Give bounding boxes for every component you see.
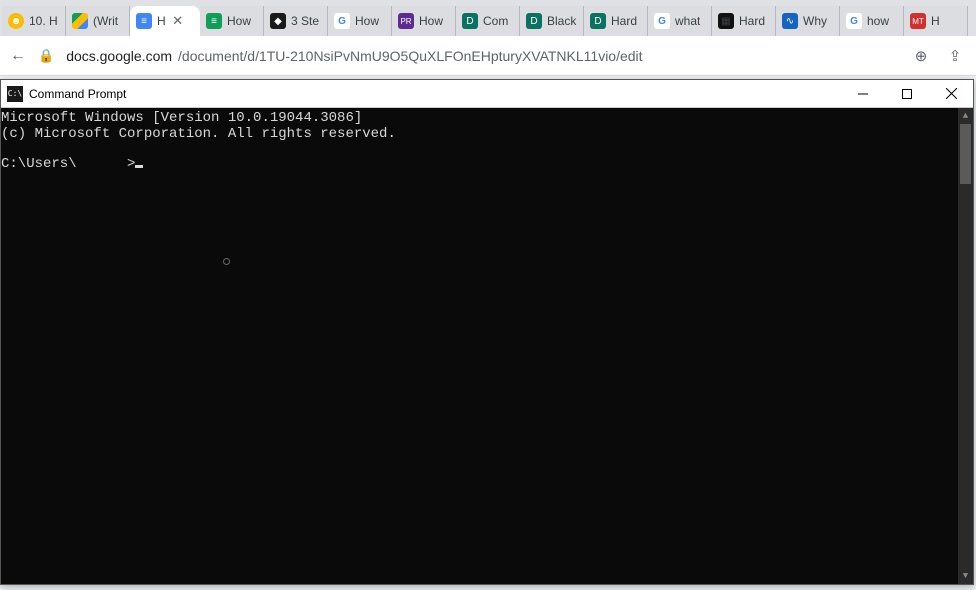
tab-favicon-icon: PR bbox=[398, 13, 414, 29]
tab-title: how bbox=[867, 14, 889, 28]
tab-title: Black bbox=[547, 14, 576, 28]
tab-close-icon[interactable]: ✕ bbox=[171, 14, 185, 28]
tab-favicon-icon bbox=[72, 13, 88, 29]
tab-title: what bbox=[675, 14, 700, 28]
browser-tab[interactable]: ▦ Hard bbox=[712, 6, 776, 36]
tab-title: H bbox=[157, 14, 166, 28]
tab-title: How bbox=[419, 14, 443, 28]
zoom-icon[interactable]: ⊕ bbox=[910, 47, 932, 65]
tab-favicon-icon: ◆ bbox=[270, 13, 286, 29]
address-bar: ← 🔒 docs.google.com/document/d/1TU-210Ns… bbox=[0, 36, 976, 76]
browser-tab[interactable]: ∿ Why bbox=[776, 6, 840, 36]
command-prompt-window: C:\ Command Prompt Microsoft Windows [Ve… bbox=[0, 79, 974, 585]
scroll-up-icon[interactable]: ▲ bbox=[958, 108, 973, 124]
tab-favicon-icon: D bbox=[590, 13, 606, 29]
tab-favicon-icon: ☻ bbox=[8, 13, 24, 29]
browser-tab[interactable]: ≡ H ✕ bbox=[130, 6, 200, 36]
tab-favicon-icon: G bbox=[654, 13, 670, 29]
decoration-ring-icon bbox=[223, 258, 230, 265]
tab-favicon-icon: G bbox=[334, 13, 350, 29]
cursor-icon bbox=[135, 165, 143, 168]
tab-favicon-icon: MT bbox=[910, 13, 926, 29]
cmd-output-line: Microsoft Windows [Version 10.0.19044.30… bbox=[1, 110, 973, 126]
tab-title: Hard bbox=[739, 14, 765, 28]
url-domain: docs.google.com bbox=[66, 48, 172, 64]
tab-title: How bbox=[227, 14, 251, 28]
tab-title: 3 Ste bbox=[291, 14, 319, 28]
tab-title: Com bbox=[483, 14, 508, 28]
browser-tab[interactable]: PR How bbox=[392, 6, 456, 36]
scroll-thumb[interactable] bbox=[960, 124, 971, 184]
cmd-output-line: (c) Microsoft Corporation. All rights re… bbox=[1, 126, 973, 142]
tab-favicon-icon: ∿ bbox=[782, 13, 798, 29]
scrollbar[interactable]: ▲ ▼ bbox=[958, 108, 973, 584]
browser-tab-strip: ☻ 10. H (Writ ≡ H ✕ ≡ How ◆ 3 Ste G How PR How D Com D Bl… bbox=[0, 0, 976, 36]
lock-icon[interactable]: 🔒 bbox=[38, 48, 54, 64]
scroll-down-icon[interactable]: ▼ bbox=[958, 568, 973, 584]
browser-tab[interactable]: D Black bbox=[520, 6, 584, 36]
tab-favicon-icon: ≡ bbox=[136, 13, 152, 29]
cmd-prompt: C:\Users\ > bbox=[1, 156, 973, 172]
tab-title: Hard bbox=[611, 14, 637, 28]
browser-tab[interactable]: (Writ bbox=[66, 6, 130, 36]
browser-tab[interactable]: G How bbox=[328, 6, 392, 36]
minimize-button[interactable] bbox=[841, 80, 885, 107]
cmd-window-title: Command Prompt bbox=[29, 87, 841, 101]
share-icon[interactable]: ⇪ bbox=[944, 47, 966, 65]
nav-back-icon[interactable]: ← bbox=[10, 47, 26, 65]
browser-tab[interactable]: D Com bbox=[456, 6, 520, 36]
tab-title: 10. H bbox=[29, 14, 58, 28]
tab-title: H bbox=[931, 14, 940, 28]
tab-favicon-icon: G bbox=[846, 13, 862, 29]
browser-tab[interactable]: Ghow bbox=[840, 6, 904, 36]
cmd-titlebar[interactable]: C:\ Command Prompt bbox=[1, 80, 973, 108]
browser-tab[interactable]: Gwhat bbox=[648, 6, 712, 36]
tab-favicon-icon: ▦ bbox=[718, 13, 734, 29]
browser-tab[interactable]: ☻ 10. H bbox=[2, 6, 66, 36]
window-controls bbox=[841, 80, 973, 107]
tab-favicon-icon: D bbox=[462, 13, 478, 29]
tab-favicon-icon: D bbox=[526, 13, 542, 29]
browser-tab[interactable]: ◆ 3 Ste bbox=[264, 6, 328, 36]
browser-tab[interactable]: MT H bbox=[904, 6, 968, 36]
close-button[interactable] bbox=[929, 80, 973, 107]
tab-favicon-icon: ≡ bbox=[206, 13, 222, 29]
tab-title: Why bbox=[803, 14, 827, 28]
tab-title: (Writ bbox=[93, 14, 118, 28]
maximize-button[interactable] bbox=[885, 80, 929, 107]
tab-title: How bbox=[355, 14, 379, 28]
url-field[interactable]: docs.google.com/document/d/1TU-210NsiPvN… bbox=[66, 48, 898, 64]
cmd-terminal-area[interactable]: Microsoft Windows [Version 10.0.19044.30… bbox=[1, 108, 973, 584]
browser-tab[interactable]: D Hard bbox=[584, 6, 648, 36]
cmd-app-icon: C:\ bbox=[7, 86, 23, 102]
url-path: /document/d/1TU-210NsiPvNmU9O5QuXLFOnEHp… bbox=[178, 48, 643, 64]
browser-tab[interactable]: ≡ How bbox=[200, 6, 264, 36]
